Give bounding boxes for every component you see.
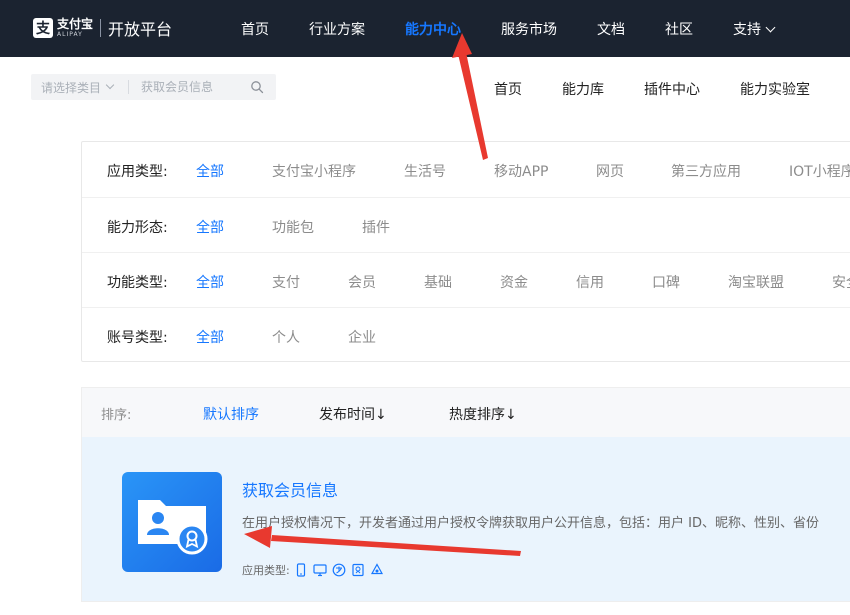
- chevron-down-icon: [765, 22, 776, 33]
- alipay-logo[interactable]: 支 支付宝 ALIPAY 开放平台: [33, 16, 172, 40]
- nav-capability-center[interactable]: 能力中心: [405, 19, 461, 39]
- iot-icon: [370, 563, 383, 575]
- platform-title: 开放平台: [108, 20, 173, 39]
- result-description: 在用户授权情况下，开发者通过用户授权令牌获取用户公开信息，包括：用户 ID、昵称…: [242, 516, 819, 531]
- nav-support-label: 支持: [733, 22, 761, 38]
- logo-en-text: ALIPAY: [57, 31, 83, 38]
- filter-option[interactable]: 第三方应用: [671, 161, 741, 181]
- filter-row-capability-form: 能力形态: 全部 功能包 插件: [82, 197, 850, 252]
- nav-community[interactable]: 社区: [665, 19, 693, 39]
- result-app-types: 应用类型:: [242, 562, 389, 578]
- search-bar: 请选择类目: [31, 74, 276, 100]
- filter-option[interactable]: 全部: [196, 217, 224, 237]
- search-icon[interactable]: [250, 80, 264, 94]
- sort-publish-time[interactable]: 发布时间↓: [319, 404, 387, 424]
- category-select-placeholder: 请选择类目: [41, 80, 102, 95]
- filter-option[interactable]: 网页: [596, 161, 624, 181]
- filter-option[interactable]: 全部: [196, 272, 224, 292]
- filter-option[interactable]: 支付宝小程序: [272, 161, 356, 181]
- filter-panel: 应用类型: 全部 支付宝小程序 生活号 移动APP 网页 第三方应用 IOT小程…: [81, 141, 850, 362]
- filter-option[interactable]: 功能包: [272, 217, 314, 237]
- card-bottom-border: [81, 601, 850, 602]
- nav-docs[interactable]: 文档: [597, 19, 625, 39]
- result-title[interactable]: 获取会员信息: [242, 477, 338, 501]
- filter-option[interactable]: 企业: [348, 327, 376, 347]
- filter-option[interactable]: 移动APP: [494, 161, 548, 181]
- filter-option[interactable]: 基础: [424, 272, 452, 292]
- monitor-icon: [313, 564, 327, 577]
- subnav-capability-lab[interactable]: 能力实验室: [740, 79, 810, 99]
- search-input[interactable]: [129, 74, 239, 100]
- sort-popularity[interactable]: 热度排序↓: [449, 404, 517, 424]
- sort-default[interactable]: 默认排序: [203, 404, 259, 424]
- chevron-down-icon: [105, 80, 115, 90]
- alipay-icon: [332, 563, 346, 577]
- category-select[interactable]: 请选择类目: [31, 74, 128, 100]
- logo-divider: [100, 19, 102, 37]
- filter-option[interactable]: 个人: [272, 327, 300, 347]
- filter-row-function-type: 功能类型: 全部 支付 会员 基础 资金 信用 口碑 淘宝联盟 安全: [82, 252, 850, 307]
- app-types-label: 应用类型:: [242, 564, 290, 577]
- subnav-home[interactable]: 首页: [494, 79, 522, 99]
- filter-row-account-type: 账号类型: 全部 个人 企业: [82, 307, 850, 362]
- subnav-capability-library[interactable]: 能力库: [562, 79, 604, 99]
- nav-industry-solutions[interactable]: 行业方案: [309, 19, 365, 39]
- filter-label: 功能类型:: [107, 275, 168, 291]
- sort-label: 排序:: [101, 408, 132, 423]
- mobile-icon: [296, 563, 305, 577]
- filter-option[interactable]: 支付: [272, 272, 300, 292]
- member-info-icon[interactable]: [122, 472, 222, 572]
- filter-option[interactable]: 口碑: [652, 272, 680, 292]
- nav-home[interactable]: 首页: [241, 19, 269, 39]
- filter-option[interactable]: 淘宝联盟: [728, 272, 784, 292]
- filter-option[interactable]: 生活号: [404, 161, 446, 181]
- filter-label: 能力形态:: [107, 220, 168, 236]
- nav-service-market[interactable]: 服务市场: [501, 19, 557, 39]
- filter-row-app-type: 应用类型: 全部 支付宝小程序 生活号 移动APP 网页 第三方应用 IOT小程…: [82, 142, 850, 197]
- logo-cn-text: 支付宝: [57, 17, 94, 31]
- filter-option[interactable]: 全部: [196, 161, 224, 181]
- alipay-logo-icon: 支: [33, 18, 53, 38]
- filter-label: 应用类型:: [107, 164, 168, 180]
- filter-option[interactable]: 资金: [500, 272, 528, 292]
- filter-option[interactable]: 安全: [832, 272, 850, 292]
- filter-option[interactable]: 全部: [196, 327, 224, 347]
- result-card[interactable]: 获取会员信息 在用户授权情况下，开发者通过用户授权令牌获取用户公开信息，包括：用…: [81, 437, 850, 601]
- nav-support[interactable]: 支持: [733, 19, 776, 39]
- top-navbar: 支 支付宝 ALIPAY 开放平台 首页 行业方案 能力中心 服务市场 文档 社…: [0, 0, 850, 57]
- sort-bar: 排序: 默认排序 发布时间↓ 热度排序↓: [81, 387, 850, 437]
- subnav-plugin-center[interactable]: 插件中心: [644, 79, 700, 99]
- filter-label: 账号类型:: [107, 330, 168, 346]
- filter-option[interactable]: 插件: [362, 217, 390, 237]
- filter-option[interactable]: 信用: [576, 272, 604, 292]
- filter-option[interactable]: 会员: [348, 272, 376, 292]
- filter-option[interactable]: IOT小程序: [789, 161, 850, 181]
- miniprogram-icon: [352, 563, 364, 577]
